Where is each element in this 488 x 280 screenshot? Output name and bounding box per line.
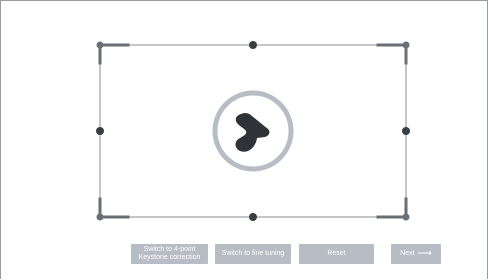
next-button-label: Next	[400, 250, 415, 257]
corner-handle-bottom-right[interactable]	[402, 213, 410, 221]
corner-handle-top-left[interactable]	[96, 41, 104, 49]
corner-handle-top-right[interactable]	[402, 41, 410, 49]
arrow-right-icon: ⟶	[417, 248, 432, 259]
keystone-button-line1: Switch to 4-point	[143, 246, 196, 253]
brand-logo-icon	[212, 90, 294, 172]
next-button[interactable]: Next ⟶	[391, 244, 441, 264]
corner-bracket-top-left	[98, 43, 130, 65]
keystone-button-line2: Keystone correction	[138, 254, 201, 261]
fine-tuning-button-label: Switch to fine tuning	[221, 250, 285, 257]
reset-button-label: Reset	[327, 250, 346, 257]
reset-button[interactable]: Reset	[299, 244, 374, 264]
switch-fine-tuning-button[interactable]: Switch to fine tuning	[215, 244, 291, 264]
edge-handle-bottom[interactable]	[249, 213, 257, 221]
edge-handle-right[interactable]	[402, 127, 410, 135]
keystone-correction-screen: Switch to 4-point Keystone correction Sw…	[0, 0, 488, 279]
corner-bracket-top-right	[376, 43, 408, 65]
corner-bracket-bottom-left	[98, 197, 130, 219]
corner-bracket-bottom-right	[376, 197, 408, 219]
edge-handle-left[interactable]	[96, 127, 104, 135]
edge-handle-top[interactable]	[249, 41, 257, 49]
corner-handle-bottom-left[interactable]	[96, 213, 104, 221]
switch-4-point-keystone-button[interactable]: Switch to 4-point Keystone correction	[131, 244, 208, 264]
projection-area	[96, 41, 410, 221]
